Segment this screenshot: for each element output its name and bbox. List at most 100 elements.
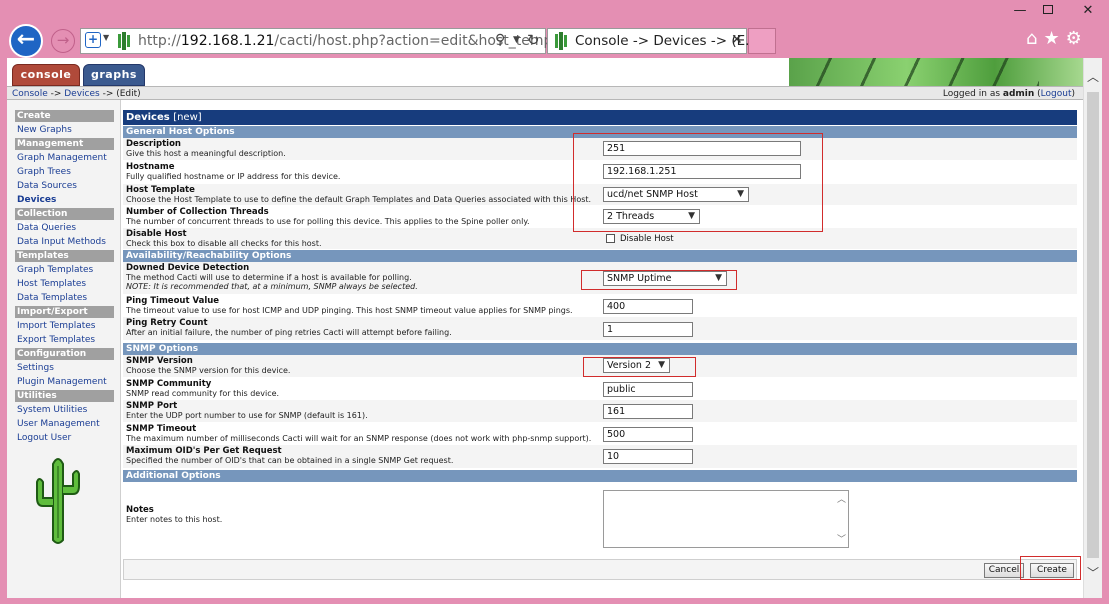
page-scrollbar[interactable]: ︿ ﹀: [1083, 58, 1102, 598]
field-description: After an initial failure, the number of …: [126, 328, 452, 337]
checkbox-label: Disable Host: [620, 234, 674, 244]
forward-button[interactable]: →: [51, 29, 75, 53]
sidebar-item-logout-user[interactable]: Logout User: [15, 432, 114, 444]
address-prefix: http://: [138, 33, 181, 49]
address-url[interactable]: http://192.168.1.21/cacti/host.php?actio…: [138, 33, 570, 49]
gear-icon[interactable]: ⚙: [1066, 28, 1088, 49]
hostname-input[interactable]: 192.168.1.251: [603, 164, 801, 179]
snmp-port-input[interactable]: 161: [603, 404, 693, 419]
sidebar-item-settings[interactable]: Settings: [15, 362, 114, 374]
notes-textarea[interactable]: [603, 490, 849, 548]
snmp-version-select[interactable]: Version 2 ▼: [603, 358, 670, 373]
back-button[interactable]: ←: [9, 24, 43, 58]
minimize-button[interactable]: —: [1006, 2, 1034, 20]
create-button[interactable]: Create: [1030, 563, 1074, 578]
scroll-down-icon[interactable]: ﹀: [837, 532, 846, 545]
host-template-select[interactable]: ucd/net SNMP Host ▼: [603, 187, 749, 202]
field-label: SNMP Port: [126, 401, 178, 411]
field-row-snmp-timeout: SNMP Timeout The maximum number of milli…: [123, 423, 1077, 445]
arrow-left-icon: ←: [16, 27, 36, 52]
close-window-button[interactable]: ✕: [1074, 2, 1102, 20]
chevron-down-icon[interactable]: ﹀: [1087, 564, 1099, 581]
field-label: Hostname: [126, 162, 175, 172]
address-path: /cacti/host.php?action=edit&host_templat: [274, 33, 571, 49]
breadcrumb-current: (Edit): [116, 89, 141, 99]
tab-console[interactable]: console: [12, 64, 80, 86]
field-label: Ping Timeout Value: [126, 296, 220, 306]
sidebar-group-header: Templates: [15, 250, 114, 262]
field-description: Give this host a meaningful description.: [126, 149, 286, 158]
collection-threads-select[interactable]: 2 Threads ▼: [603, 209, 700, 224]
sidebar-item-data-queries[interactable]: Data Queries: [15, 222, 114, 234]
sidebar-group-header: Configuration: [15, 348, 114, 360]
close-tab-icon[interactable]: ✕: [731, 32, 743, 48]
sidebar-item-host-templates[interactable]: Host Templates: [15, 278, 114, 290]
sidebar-item-devices[interactable]: Devices: [15, 194, 114, 206]
sidebar-item-data-templates[interactable]: Data Templates: [15, 292, 114, 304]
sidebar-item-user-management[interactable]: User Management: [15, 418, 114, 430]
ping-timeout-input[interactable]: 400: [603, 299, 693, 314]
field-description: Check this box to disable all checks for…: [126, 239, 322, 248]
select-value: ucd/net SNMP Host: [607, 189, 698, 200]
field-description: Enter the UDP port number to use for SNM…: [126, 411, 368, 420]
sidebar-group-header: Management: [15, 138, 114, 150]
maximize-button[interactable]: [1034, 2, 1062, 20]
search-icon[interactable]: ⚲: [495, 32, 505, 48]
star-icon[interactable]: ★: [1043, 28, 1065, 49]
sidebar-item-plugin-management[interactable]: Plugin Management: [15, 376, 114, 388]
chevron-down-icon: ▼: [737, 189, 744, 199]
cancel-button[interactable]: Cancel: [984, 563, 1024, 578]
select-value: 2 Threads: [607, 211, 655, 222]
chevron-up-icon[interactable]: ︿: [1087, 68, 1099, 85]
sidebar-item-data-input-methods[interactable]: Data Input Methods: [15, 236, 114, 248]
scroll-up-icon[interactable]: ︿: [837, 492, 846, 505]
breadcrumb-console-link[interactable]: Console: [12, 89, 48, 99]
tab-graphs[interactable]: graphs: [83, 64, 145, 86]
sidebar-item-graph-trees[interactable]: Graph Trees: [15, 166, 114, 178]
sidebar-item-system-utilities[interactable]: System Utilities: [15, 404, 114, 416]
field-label: SNMP Version: [126, 356, 193, 366]
browser-nav-bar: ← → + ▼ http://192.168.1.21/cacti/host.p…: [0, 24, 1109, 58]
new-tab-button[interactable]: [748, 28, 776, 54]
scrollbar-thumb[interactable]: [1087, 92, 1099, 558]
login-user: admin: [1002, 89, 1035, 99]
refresh-icon[interactable]: ↻: [527, 31, 540, 49]
chevron-down-icon[interactable]: ▼: [513, 35, 520, 45]
cacti-favicon-icon: [118, 32, 130, 50]
field-row-snmp-community: SNMP Community SNMP read community for t…: [123, 378, 1077, 400]
chevron-down-icon: ▼: [658, 360, 665, 370]
ping-retry-input[interactable]: 1: [603, 322, 693, 337]
section-general-host-options: General Host Options: [123, 126, 1077, 138]
field-description: The number of concurrent threads to use …: [126, 217, 530, 226]
field-description: Enter notes to this host.: [126, 515, 223, 524]
field-description: Fully qualified hostname or IP address f…: [126, 172, 341, 181]
cactus-logo: [36, 458, 80, 544]
logout-link[interactable]: Logout: [1041, 89, 1072, 99]
form-footer: Cancel Create: [123, 559, 1077, 580]
disable-host-checkbox[interactable]: [606, 234, 615, 243]
sidebar-item-import-templates[interactable]: Import Templates: [15, 320, 114, 332]
home-icon[interactable]: ⌂: [1026, 28, 1043, 49]
section-snmp-options: SNMP Options: [123, 343, 1077, 355]
sidebar-item-export-templates[interactable]: Export Templates: [15, 334, 114, 346]
description-input[interactable]: 251: [603, 141, 801, 156]
sidebar-item-new-graphs[interactable]: New Graphs: [15, 124, 114, 136]
sidebar-item-graph-management[interactable]: Graph Management: [15, 152, 114, 164]
sidebar-item-data-sources[interactable]: Data Sources: [15, 180, 114, 192]
login-prefix: Logged in as: [942, 89, 1003, 99]
snmp-timeout-input[interactable]: 500: [603, 427, 693, 442]
field-row-max-oids: Maximum OID's Per Get Request Specified …: [123, 445, 1077, 469]
downed-detection-select[interactable]: SNMP Uptime ▼: [603, 271, 727, 286]
field-row-notes: Notes Enter notes to this host. ︿ ﹀: [123, 482, 1077, 548]
field-row-host-template: Host Template Choose the Host Template t…: [123, 184, 1077, 206]
sidebar-item-graph-templates[interactable]: Graph Templates: [15, 264, 114, 276]
dropdown-icon[interactable]: ▼: [103, 33, 109, 42]
compat-view-icon[interactable]: +: [85, 32, 101, 48]
max-oids-input[interactable]: 10: [603, 449, 693, 464]
address-bar[interactable]: + ▼ http://192.168.1.21/cacti/host.php?a…: [80, 28, 570, 54]
field-label: Notes: [126, 505, 154, 515]
field-label: Host Template: [126, 185, 195, 195]
browser-tab-active[interactable]: Console -> Devices -> (E... ✕: [547, 28, 758, 54]
breadcrumb-devices-link[interactable]: Devices: [64, 89, 99, 99]
snmp-community-input[interactable]: public: [603, 382, 693, 397]
